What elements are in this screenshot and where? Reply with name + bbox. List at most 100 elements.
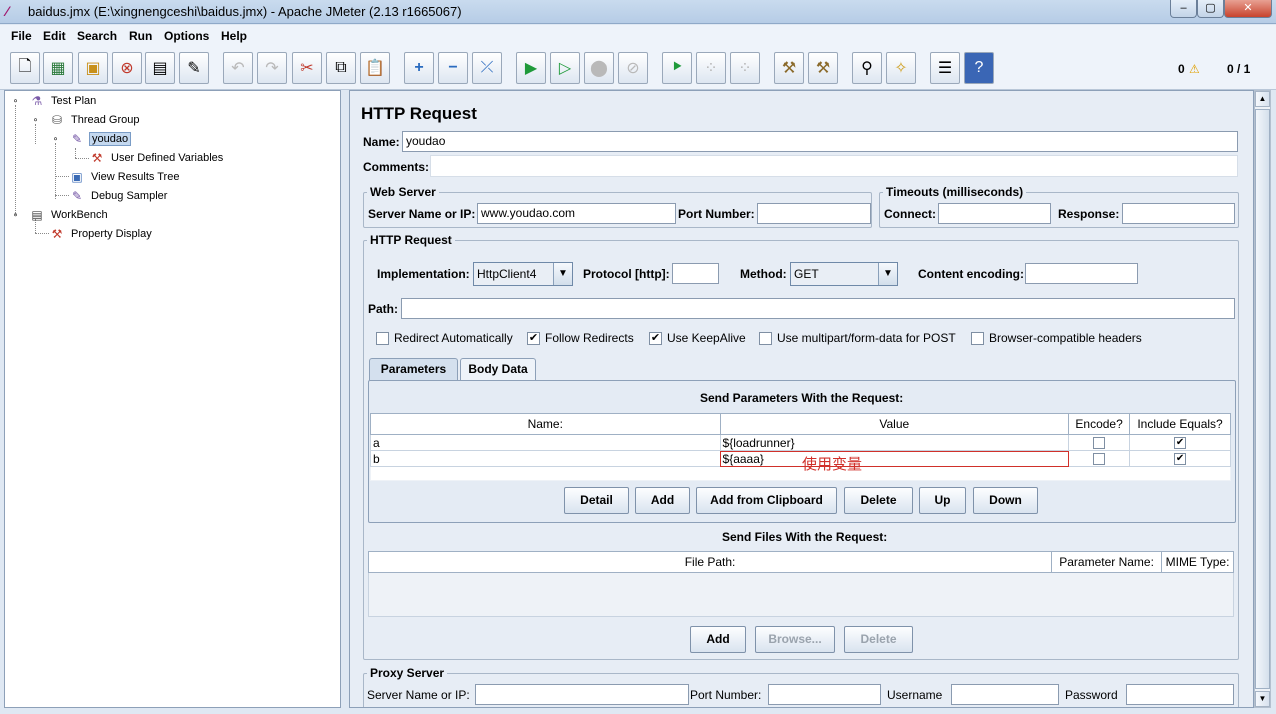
start-no-pause-icon[interactable]: ▷: [550, 52, 580, 84]
function-helper-icon[interactable]: ☰: [930, 52, 960, 84]
column-header[interactable]: Name:: [370, 413, 721, 435]
tree-node-debug-sampler[interactable]: ✎ Debug Sampler: [69, 187, 169, 205]
add-param-button[interactable]: Add: [635, 487, 690, 514]
table-row[interactable]: a ${loadrunner} ✔: [370, 434, 1231, 451]
close-window-button[interactable]: ✕: [1224, 0, 1272, 18]
minimize-button[interactable]: ‒: [1170, 0, 1197, 18]
tree-node-test-plan[interactable]: ⚗ Test Plan: [29, 92, 98, 110]
new-icon[interactable]: 🗋: [10, 52, 40, 84]
method-select[interactable]: GET ▼: [790, 262, 898, 286]
clear-all-icon[interactable]: ⚒: [808, 52, 838, 84]
undo-icon[interactable]: ↶: [223, 52, 253, 84]
proxy-username-field[interactable]: [951, 684, 1059, 705]
collapse-handle[interactable]: ⚬: [11, 97, 20, 106]
maximize-button[interactable]: ▢: [1197, 0, 1224, 18]
include-equals-cell[interactable]: ✔: [1129, 434, 1231, 451]
stop-icon[interactable]: ⬤: [584, 52, 614, 84]
encode-cell[interactable]: [1068, 434, 1131, 451]
save-icon[interactable]: ▤: [145, 52, 175, 84]
column-header[interactable]: MIME Type:: [1161, 551, 1234, 573]
multipart-checkbox[interactable]: Use multipart/form-data for POST: [759, 331, 956, 345]
remote-stop-icon[interactable]: ⁘: [696, 52, 726, 84]
response-timeout-field[interactable]: [1122, 203, 1235, 224]
tab-body-data[interactable]: Body Data: [460, 358, 536, 380]
menu-search[interactable]: Search: [77, 29, 117, 43]
start-icon[interactable]: ▶: [516, 52, 546, 84]
shutdown-icon[interactable]: ⊘: [618, 52, 648, 84]
port-field[interactable]: [757, 203, 871, 224]
connect-timeout-field[interactable]: [938, 203, 1051, 224]
delete-param-button[interactable]: Delete: [844, 487, 913, 514]
param-name-cell[interactable]: a: [370, 434, 721, 451]
detail-button[interactable]: Detail: [564, 487, 629, 514]
collapse-handle[interactable]: ⚬: [51, 135, 60, 144]
cut-icon[interactable]: ✂: [292, 52, 322, 84]
vertical-scrollbar[interactable]: ▲ ▼: [1254, 90, 1271, 708]
menu-edit[interactable]: Edit: [43, 29, 66, 43]
follow-redirects-checkbox[interactable]: ✔ Follow Redirects: [527, 331, 634, 345]
help-icon[interactable]: ?: [964, 52, 994, 84]
param-value-cell[interactable]: ${loadrunner}: [719, 434, 1070, 451]
param-value-cell[interactable]: ${aaaa}: [719, 450, 1070, 467]
remote-shutdown-icon[interactable]: ⁘: [730, 52, 760, 84]
tree-node-view-results-tree[interactable]: ▣ View Results Tree: [69, 168, 181, 186]
scroll-thumb[interactable]: [1255, 109, 1270, 689]
close-icon[interactable]: ⊗: [112, 52, 142, 84]
expand-icon[interactable]: +: [404, 52, 434, 84]
templates-icon[interactable]: ▦: [43, 52, 73, 84]
menu-help[interactable]: Help: [221, 29, 247, 43]
column-header[interactable]: Encode?: [1068, 413, 1131, 435]
protocol-field[interactable]: [672, 263, 719, 284]
proxy-server-field[interactable]: [475, 684, 689, 705]
add-file-button[interactable]: Add: [690, 626, 746, 653]
save-as-icon[interactable]: ✎: [179, 52, 209, 84]
collapse-handle[interactable]: ⚬: [11, 211, 20, 220]
reset-search-icon[interactable]: ✧: [886, 52, 916, 84]
proxy-port-field[interactable]: [768, 684, 881, 705]
column-header[interactable]: Include Equals?: [1129, 413, 1231, 435]
scroll-up-icon[interactable]: ▲: [1255, 91, 1270, 107]
collapse-icon[interactable]: −: [438, 52, 468, 84]
server-name-field[interactable]: www.youdao.com: [477, 203, 676, 224]
add-from-clipboard-button[interactable]: Add from Clipboard: [696, 487, 837, 514]
collapse-handle[interactable]: ⚬: [31, 116, 40, 125]
tree-node-property-display[interactable]: ⚒ Property Display: [49, 225, 154, 243]
paste-icon[interactable]: 📋: [360, 52, 390, 84]
clear-icon[interactable]: ⚒: [774, 52, 804, 84]
menu-options[interactable]: Options: [164, 29, 209, 43]
toggle-icon[interactable]: ⤫: [472, 52, 502, 84]
open-icon[interactable]: ▣: [78, 52, 108, 84]
redo-icon[interactable]: ↷: [257, 52, 287, 84]
redirect-automatically-checkbox[interactable]: Redirect Automatically: [376, 331, 513, 345]
menu-file[interactable]: File: [11, 29, 32, 43]
include-equals-cell[interactable]: ✔: [1129, 450, 1231, 467]
column-header[interactable]: Value: [719, 413, 1070, 435]
column-header[interactable]: File Path:: [367, 551, 1053, 573]
table-row[interactable]: b ${aaaa} ✔: [370, 450, 1231, 467]
tree-node-youdao[interactable]: ✎ youdao: [69, 130, 132, 148]
delete-file-button[interactable]: Delete: [844, 626, 913, 653]
pane-splitter[interactable]: [341, 90, 349, 708]
comments-field[interactable]: [430, 155, 1238, 177]
column-header[interactable]: Parameter Name:: [1051, 551, 1163, 573]
copy-icon[interactable]: ⧉: [326, 52, 356, 84]
search-icon[interactable]: ⚲: [852, 52, 882, 84]
remote-start-icon[interactable]: ⯈: [662, 52, 692, 84]
path-field[interactable]: [401, 298, 1235, 319]
tree-node-workbench[interactable]: ▤ WorkBench: [29, 206, 110, 224]
encode-cell[interactable]: [1068, 450, 1131, 467]
implementation-select[interactable]: HttpClient4 ▼: [473, 262, 573, 286]
browser-compatible-checkbox[interactable]: Browser-compatible headers: [971, 331, 1142, 345]
use-keepalive-checkbox[interactable]: ✔ Use KeepAlive: [649, 331, 746, 345]
up-button[interactable]: Up: [919, 487, 966, 514]
tree-node-thread-group[interactable]: ⛁ Thread Group: [49, 111, 141, 129]
browse-button[interactable]: Browse...: [755, 626, 835, 653]
down-button[interactable]: Down: [973, 487, 1038, 514]
proxy-password-field[interactable]: [1126, 684, 1234, 705]
content-encoding-field[interactable]: [1025, 263, 1138, 284]
tab-parameters[interactable]: Parameters: [369, 358, 458, 380]
tree-node-user-defined-variables[interactable]: ⚒ User Defined Variables: [89, 149, 225, 167]
name-field[interactable]: youdao: [402, 131, 1238, 152]
param-name-cell[interactable]: b: [370, 450, 721, 467]
menu-run[interactable]: Run: [129, 29, 152, 43]
